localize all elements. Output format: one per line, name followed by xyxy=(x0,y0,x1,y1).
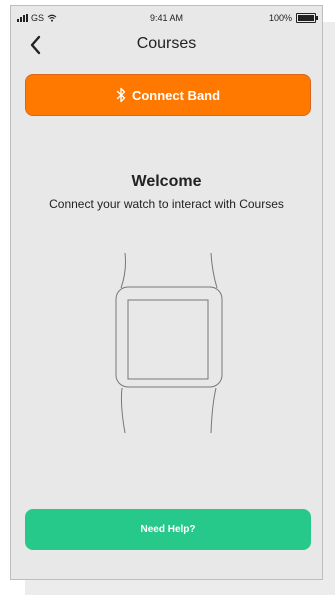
smartwatch-illustration xyxy=(115,253,223,433)
need-help-label: Need Help? xyxy=(140,524,196,535)
connect-band-button[interactable]: Connect Band xyxy=(25,74,311,116)
battery-percent: 100% xyxy=(268,13,292,23)
welcome-subtitle: Connect your watch to interact with Cour… xyxy=(49,197,284,211)
status-right: 100% xyxy=(268,13,318,23)
need-help-button[interactable]: Need Help? xyxy=(25,509,311,550)
battery-icon xyxy=(296,13,318,23)
welcome-title: Welcome xyxy=(131,173,202,190)
phone-screen: GS 9:41 AM 100% Courses Connect Band Wel… xyxy=(10,5,323,580)
bluetooth-icon xyxy=(116,87,126,103)
connect-band-label: Connect Band xyxy=(131,87,221,103)
page-title: Courses xyxy=(136,35,197,52)
status-bar: GS 9:41 AM 100% xyxy=(11,6,322,28)
